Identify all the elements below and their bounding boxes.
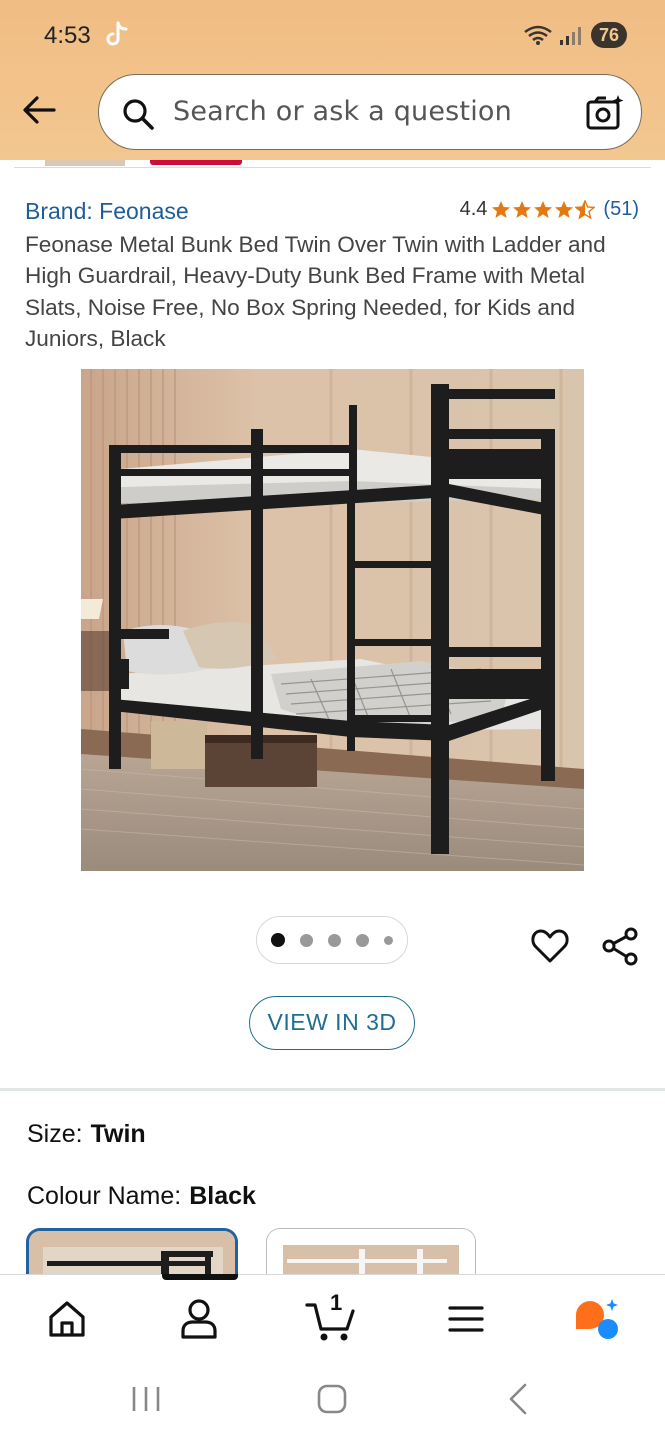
account-icon[interactable] xyxy=(175,1295,223,1343)
image-carousel-indicator[interactable] xyxy=(256,916,408,964)
status-time: 4:53 xyxy=(44,22,91,49)
carousel-dot-3[interactable] xyxy=(328,933,341,947)
star-rating xyxy=(491,199,596,220)
active-tab-indicator xyxy=(162,1274,238,1280)
star-full-icon xyxy=(555,200,574,218)
section-divider xyxy=(0,1088,665,1091)
star-full-icon xyxy=(513,200,532,218)
star-full-icon xyxy=(492,200,511,218)
rating-value: 4.4 xyxy=(459,198,488,220)
search-bar[interactable]: Search or ask a question xyxy=(98,74,642,150)
app-header: 4:53 76 Search or ask a question xyxy=(0,0,665,160)
carousel-dot-5[interactable] xyxy=(384,935,393,945)
bunk-bed-illustration xyxy=(81,369,584,871)
menu-icon[interactable] xyxy=(442,1295,490,1343)
cart-count-badge: 1 xyxy=(330,1290,343,1315)
star-full-icon xyxy=(534,200,553,218)
rating-count-link[interactable]: (51) xyxy=(603,198,639,221)
divider xyxy=(14,167,651,168)
system-back-icon[interactable] xyxy=(505,1382,531,1416)
search-icon xyxy=(123,99,154,130)
rufus-assistant-icon[interactable] xyxy=(572,1295,620,1343)
search-input[interactable]: Search or ask a question xyxy=(173,96,512,127)
product-title: Feonase Metal Bunk Bed Twin Over Twin wi… xyxy=(25,232,606,351)
size-label: Size: xyxy=(27,1120,83,1148)
star-half-icon xyxy=(575,199,596,220)
view-in-3d-button[interactable]: VIEW IN 3D xyxy=(249,996,415,1050)
back-arrow-icon[interactable] xyxy=(20,90,60,130)
carousel-dot-2[interactable] xyxy=(300,933,313,947)
colour-selector-label: Colour Name: Black xyxy=(27,1182,256,1211)
system-home-icon[interactable] xyxy=(316,1384,348,1414)
colour-label: Colour Name: xyxy=(27,1182,182,1210)
brand-link[interactable]: Brand: Feonase xyxy=(25,198,189,225)
status-indicators: 76 xyxy=(523,22,627,48)
carousel-dot-1[interactable] xyxy=(271,933,285,947)
wifi-icon xyxy=(524,25,552,45)
rating-summary[interactable]: 4.4 (51) xyxy=(460,198,639,221)
system-navigation-bar xyxy=(0,1360,665,1440)
bottom-navigation xyxy=(0,1274,665,1360)
previous-item-thumbnail xyxy=(45,160,125,166)
share-icon[interactable] xyxy=(600,926,640,966)
carousel-dot-4[interactable] xyxy=(356,933,369,947)
camera-search-icon[interactable] xyxy=(585,93,625,133)
colour-value: Black xyxy=(189,1182,256,1210)
previous-item-badge xyxy=(150,160,242,165)
wishlist-heart-icon[interactable] xyxy=(530,926,570,966)
home-icon[interactable] xyxy=(43,1295,91,1343)
tiktok-notification-icon xyxy=(106,21,128,46)
size-value: Twin xyxy=(90,1120,146,1148)
size-selector-label: Size: Twin xyxy=(27,1120,146,1149)
signal-icon xyxy=(559,27,581,45)
product-image[interactable] xyxy=(81,369,584,871)
recent-apps-icon[interactable] xyxy=(130,1384,162,1414)
battery-level: 76 xyxy=(590,22,627,48)
